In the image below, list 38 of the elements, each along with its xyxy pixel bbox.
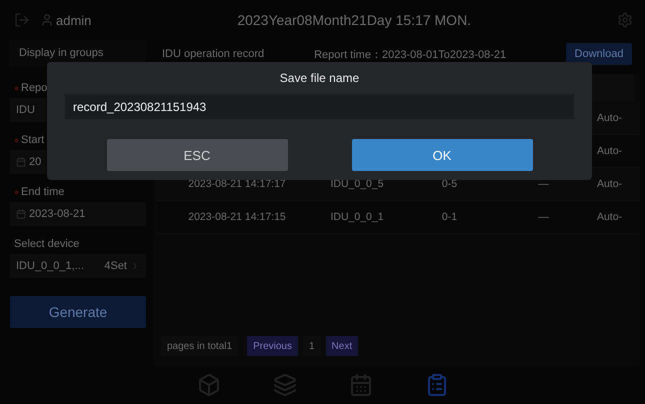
field-label: Repo [21, 82, 48, 94]
table-cell-text: IDU_0_0_5 [329, 178, 385, 190]
cube-icon[interactable] [196, 373, 220, 397]
table-cell-text: — [537, 211, 550, 223]
calendar-icon [16, 157, 26, 167]
table-cell-text: — [537, 178, 550, 190]
field-label: Start [21, 134, 44, 146]
table-cell-text: IDU_0_0_1 [329, 211, 385, 223]
logout-icon[interactable] [14, 12, 30, 28]
table-cell-text: 0-5 [440, 178, 458, 190]
field-label: Select device [14, 238, 80, 250]
user-name: admin [56, 12, 92, 28]
next-button[interactable]: Next [326, 336, 358, 356]
table-cell-text: 2023-08-21 14:17:17 [187, 178, 287, 190]
generate-button[interactable]: Generate [10, 296, 146, 328]
table-cell-text: Auto- [596, 211, 624, 223]
device-select[interactable]: IDU_0_0_1,... 4Set [10, 254, 146, 278]
calendar-icon[interactable] [348, 373, 372, 397]
calendar-icon [16, 209, 26, 219]
table-cell-text: Auto- [596, 178, 624, 190]
report-time: Report time：2023-08-01To2023-08-21 [314, 48, 506, 62]
user-icon [40, 13, 54, 27]
table-cell-text: 0-1 [440, 211, 458, 223]
field-label: End time [21, 186, 64, 198]
file-name-field[interactable]: record_20230821151943 [65, 94, 574, 119]
date-time: 2023Year08Month21Day 15:17 MON. [236, 12, 472, 28]
table-cell-text: Auto- [596, 145, 624, 157]
date-field[interactable]: 2023-08-21 [10, 202, 146, 226]
table-cell-text: 2023-08-21 14:17:15 [187, 211, 287, 223]
dialog-title: Save file name [280, 71, 360, 85]
report-title: IDU operation record [162, 48, 264, 60]
layers-icon[interactable] [272, 373, 296, 397]
download-button[interactable]: Download [566, 43, 632, 65]
previous-button[interactable]: Previous [247, 336, 298, 356]
ok-button[interactable]: OK [352, 139, 532, 171]
table-cell-text: Auto- [596, 112, 624, 124]
settings-icon[interactable] [617, 12, 633, 28]
cancel-button[interactable]: ESC [106, 139, 288, 171]
